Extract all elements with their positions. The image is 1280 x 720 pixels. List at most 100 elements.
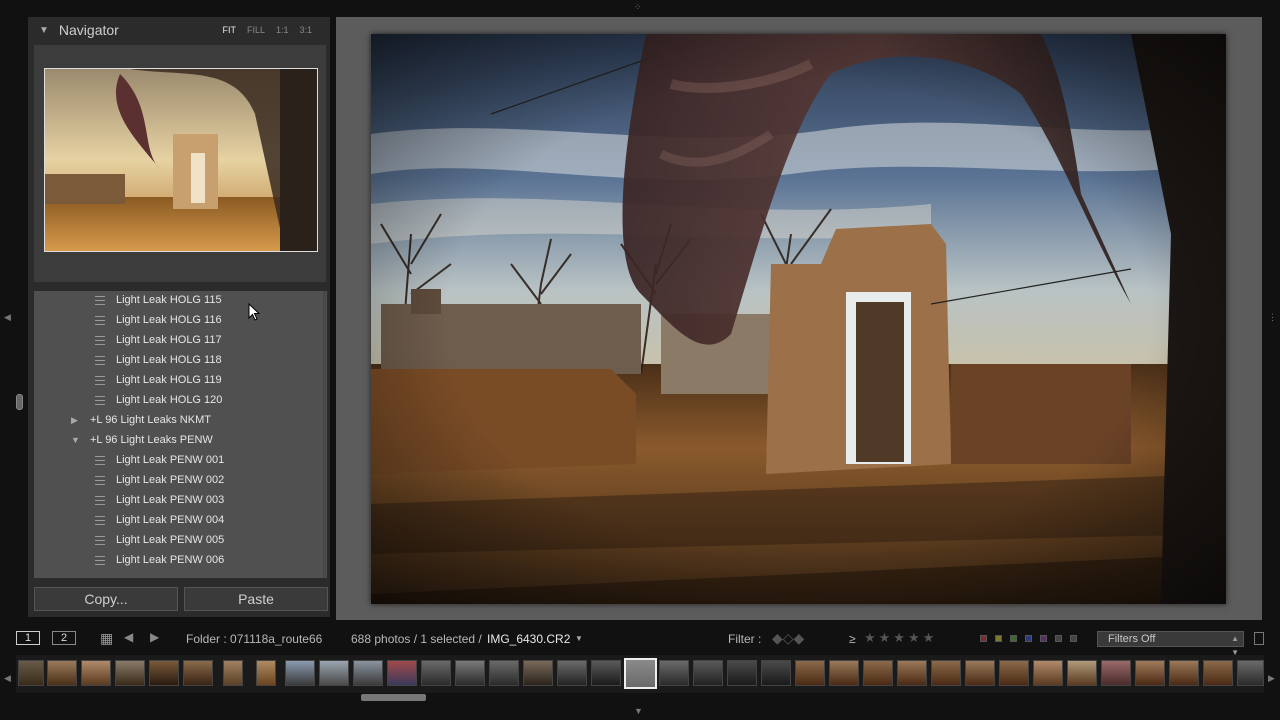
- zoom-3-1[interactable]: 3:1: [299, 25, 312, 35]
- filmstrip-thumbnail[interactable]: [489, 660, 519, 686]
- main-image-view[interactable]: [336, 17, 1262, 620]
- chevron-down-icon[interactable]: ▼: [575, 634, 583, 643]
- preset-folder[interactable]: ▶ +L 96 Light Leaks NKMT: [34, 411, 327, 431]
- filmstrip-thumbnail[interactable]: [931, 660, 961, 686]
- filmstrip-thumbnail[interactable]: [659, 660, 689, 686]
- filmstrip-thumbnail[interactable]: [387, 660, 417, 686]
- rating-stars-icon[interactable]: ★★★★★: [864, 630, 937, 646]
- filmstrip-thumbnail[interactable]: [1067, 660, 1097, 686]
- collapse-triangle-icon[interactable]: ▼: [39, 25, 49, 36]
- filmstrip-thumbnail[interactable]: [47, 660, 77, 686]
- filmstrip-scrollbar[interactable]: [361, 694, 426, 701]
- filmstrip-thumbnail[interactable]: [1135, 660, 1165, 686]
- paste-button[interactable]: Paste: [184, 587, 328, 611]
- filmstrip-thumbnail[interactable]: [18, 660, 44, 686]
- preset-label: Light Leak HOLG 119: [116, 374, 222, 386]
- list-item[interactable]: Light Leak HOLG 117: [34, 331, 327, 351]
- filmstrip-thumbnail[interactable]: [223, 660, 243, 686]
- grid-view-icon[interactable]: ▦: [100, 630, 113, 647]
- filmstrip-thumbnail[interactable]: [1101, 660, 1131, 686]
- primary-view-button[interactable]: 1: [16, 631, 40, 645]
- zoom-fit[interactable]: FIT: [222, 25, 236, 35]
- flag-filters-icon[interactable]: ◆◇◆: [772, 630, 804, 647]
- filmstrip-thumbnail[interactable]: [1169, 660, 1199, 686]
- forward-arrow-icon[interactable]: ▶: [150, 630, 159, 644]
- preset-icon: [95, 376, 105, 385]
- preset-icon: [95, 396, 105, 405]
- zoom-fill[interactable]: FILL: [247, 25, 265, 35]
- blue-label-swatch[interactable]: [1025, 635, 1032, 642]
- list-item[interactable]: Light Leak PENW 005: [34, 531, 327, 551]
- filmstrip-thumbnail[interactable]: [795, 660, 825, 686]
- list-item[interactable]: Light Leak PENW 006: [34, 551, 327, 571]
- preset-icon: [95, 496, 105, 505]
- navigator-thumbnail[interactable]: [44, 68, 318, 252]
- left-panel-scrollbar[interactable]: [16, 394, 23, 410]
- filmstrip-thumbnail-selected[interactable]: [624, 658, 657, 689]
- expand-triangle-icon[interactable]: ▶: [71, 415, 78, 426]
- left-panel-toggle-icon[interactable]: ◀: [4, 313, 11, 322]
- filmstrip-left-arrow-icon[interactable]: ◀: [4, 674, 11, 683]
- selected-filename[interactable]: IMG_6430.CR2: [487, 632, 570, 646]
- left-panel: ▼ Navigator FIT FILL 1:1 3:1 Light Leak …: [28, 17, 330, 617]
- preset-folder[interactable]: ▼ +L 96 Light Leaks PENW: [34, 431, 327, 451]
- preset-label: Light Leak PENW 005: [116, 534, 225, 546]
- main-photo[interactable]: [371, 34, 1226, 604]
- list-item[interactable]: Light Leak PENW 001: [34, 451, 327, 471]
- filmstrip-thumbnail[interactable]: [183, 660, 213, 686]
- filter-lock-icon[interactable]: [1254, 632, 1264, 645]
- custom-label-swatch[interactable]: [1055, 635, 1062, 642]
- right-panel-toggle-icon[interactable]: ⋮: [1268, 313, 1277, 322]
- list-item[interactable]: Light Leak HOLG 115: [34, 291, 327, 311]
- filmstrip-thumbnail[interactable]: [256, 660, 276, 686]
- filmstrip-thumbnail[interactable]: [1237, 660, 1264, 686]
- list-item[interactable]: Light Leak PENW 003: [34, 491, 327, 511]
- filmstrip-thumbnail[interactable]: [455, 660, 485, 686]
- filmstrip-thumbnail[interactable]: [115, 660, 145, 686]
- filmstrip-thumbnail[interactable]: [285, 660, 315, 686]
- purple-label-swatch[interactable]: [1040, 635, 1047, 642]
- filmstrip-thumbnail[interactable]: [149, 660, 179, 686]
- top-panel-toggle-icon[interactable]: ⁘: [634, 3, 642, 12]
- copy-button[interactable]: Copy...: [34, 587, 178, 611]
- presets-list: Light Leak HOLG 115 Light Leak HOLG 116 …: [34, 291, 327, 578]
- filmstrip-thumbnail[interactable]: [863, 660, 893, 686]
- red-label-swatch[interactable]: [980, 635, 987, 642]
- filmstrip-thumbnail[interactable]: [523, 660, 553, 686]
- zoom-1-1[interactable]: 1:1: [276, 25, 289, 35]
- filmstrip-thumbnail[interactable]: [319, 660, 349, 686]
- back-arrow-icon[interactable]: ◀: [124, 630, 133, 644]
- green-label-swatch[interactable]: [1010, 635, 1017, 642]
- navigator-header[interactable]: ▼ Navigator FIT FILL 1:1 3:1: [28, 17, 330, 43]
- filmstrip-thumbnail[interactable]: [897, 660, 927, 686]
- no-label-swatch[interactable]: [1070, 635, 1077, 642]
- secondary-view-button[interactable]: 2: [52, 631, 76, 645]
- list-item[interactable]: Light Leak HOLG 116: [34, 311, 327, 331]
- filmstrip-thumbnail[interactable]: [761, 660, 791, 686]
- filmstrip-thumbnail[interactable]: [353, 660, 383, 686]
- bottom-panel-toggle-icon[interactable]: ▼: [634, 707, 643, 716]
- filmstrip-thumbnail[interactable]: [727, 660, 757, 686]
- filmstrip-thumbnail[interactable]: [693, 660, 723, 686]
- collapse-triangle-icon[interactable]: ▼: [71, 435, 80, 445]
- list-item[interactable]: Light Leak PENW 004: [34, 511, 327, 531]
- filters-dropdown[interactable]: Filters Off ▲ ▼: [1097, 631, 1244, 657]
- filmstrip-thumbnail[interactable]: [1033, 660, 1063, 686]
- filmstrip-thumbnail[interactable]: [557, 660, 587, 686]
- filmstrip-thumbnail[interactable]: [1203, 660, 1233, 686]
- filmstrip-thumbnail[interactable]: [591, 660, 621, 686]
- yellow-label-swatch[interactable]: [995, 635, 1002, 642]
- rating-operator[interactable]: ≥: [849, 632, 856, 646]
- filmstrip-thumbnail[interactable]: [421, 660, 451, 686]
- filmstrip-thumbnail[interactable]: [81, 660, 111, 686]
- filmstrip-thumbnail[interactable]: [965, 660, 995, 686]
- filmstrip-thumbnail[interactable]: [829, 660, 859, 686]
- filmstrip-right-arrow-icon[interactable]: ▶: [1268, 674, 1275, 683]
- list-item[interactable]: Light Leak HOLG 120: [34, 391, 327, 411]
- list-item[interactable]: Light Leak HOLG 118: [34, 351, 327, 371]
- navigator-preview-area: [34, 45, 326, 282]
- filmstrip-thumbnail[interactable]: [999, 660, 1029, 686]
- list-item[interactable]: Light Leak HOLG 119: [34, 371, 327, 391]
- list-item[interactable]: Light Leak PENW 002: [34, 471, 327, 491]
- presets-scrollbar[interactable]: [323, 291, 326, 578]
